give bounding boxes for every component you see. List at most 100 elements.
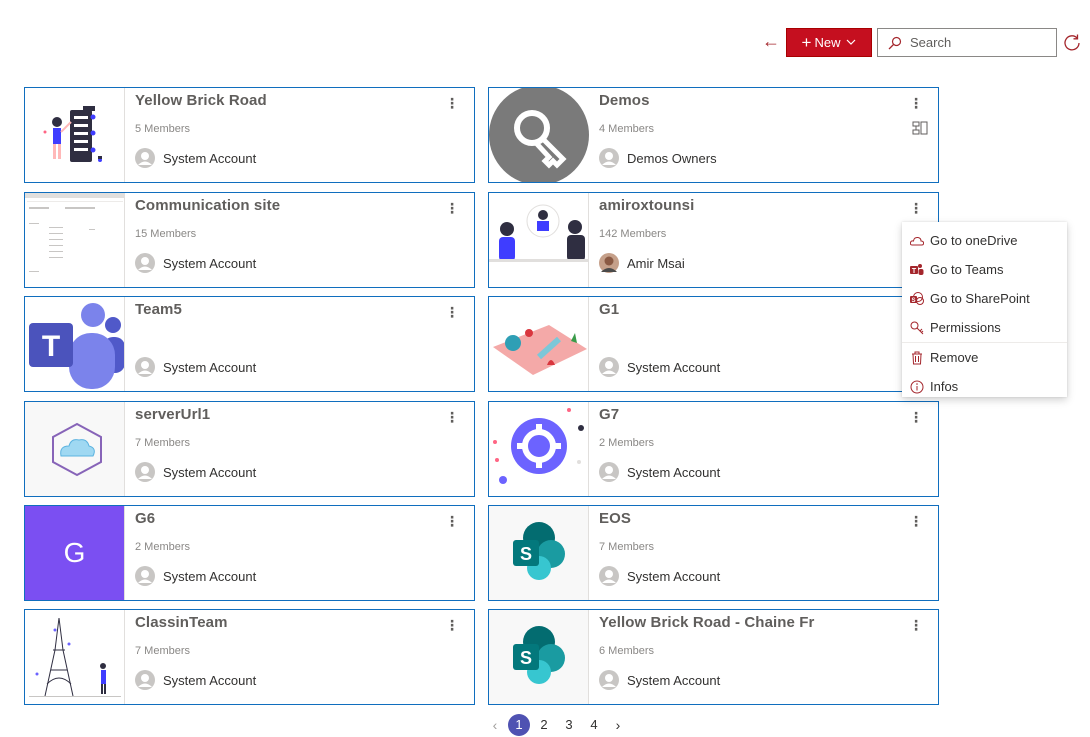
sharepoint-logo-icon: S	[489, 506, 589, 600]
group-title[interactable]: Team5	[135, 301, 182, 318]
member-count: 142 Members	[599, 228, 667, 240]
group-title[interactable]: serverUrl1	[135, 406, 210, 423]
menu-item-infos[interactable]: Infos	[902, 372, 1067, 401]
group-card[interactable]: G G6 2 Members System Account ⋮	[24, 505, 475, 601]
owner: System Account	[599, 462, 720, 482]
group-thumbnail: T	[25, 297, 125, 391]
back-arrow-icon[interactable]: ←	[760, 30, 782, 52]
group-card[interactable]: Demos 4 Members Demos Owners ⋮	[488, 87, 939, 183]
group-title[interactable]: Demos	[599, 92, 650, 109]
member-count: 2 Members	[135, 541, 191, 553]
group-title[interactable]: Communication site	[135, 197, 280, 214]
member-count: 7 Members	[135, 437, 191, 449]
plus-icon: +	[801, 33, 812, 52]
group-thumbnail	[489, 297, 589, 391]
owner-name: System Account	[163, 150, 257, 166]
owner: System Account	[599, 566, 720, 586]
member-count: 4 Members	[599, 123, 655, 135]
owner: System Account	[135, 670, 256, 690]
page-button[interactable]: 2	[533, 714, 555, 736]
menu-item-teams[interactable]: T Go to Teams	[902, 255, 1067, 284]
avatar-icon	[599, 357, 619, 377]
group-title[interactable]: G1	[599, 301, 619, 318]
more-options-icon[interactable]: ⋮	[444, 94, 460, 112]
group-card[interactable]: Communication site 15 Members System Acc…	[24, 192, 475, 288]
more-options-icon[interactable]: ⋮	[908, 199, 924, 217]
menu-item-onedrive[interactable]: Go to oneDrive	[902, 226, 1067, 255]
group-card[interactable]: serverUrl1 7 Members System Account ⋮	[24, 401, 475, 497]
previous-page-icon[interactable]: ‹	[485, 717, 505, 733]
group-card[interactable]: ClassinTeam 7 Members System Account ⋮	[24, 609, 475, 705]
chevron-down-icon	[846, 37, 856, 48]
svg-text:S: S	[911, 298, 915, 304]
avatar-icon	[135, 253, 155, 273]
more-options-icon[interactable]: ⋮	[444, 408, 460, 426]
search-input[interactable]: Search	[877, 28, 1057, 57]
search-placeholder: Search	[910, 35, 952, 50]
more-options-icon[interactable]: ⋮	[908, 94, 924, 112]
group-thumbnail	[489, 88, 589, 182]
group-card[interactable]: Yellow Brick Road 5 Members System Accou…	[24, 87, 475, 183]
key-icon	[910, 321, 924, 335]
group-title[interactable]: Yellow Brick Road	[135, 92, 267, 109]
svg-text:T: T	[42, 330, 60, 363]
member-count: 7 Members	[135, 645, 191, 657]
more-options-icon[interactable]: ⋮	[908, 616, 924, 634]
group-initial: G	[63, 537, 86, 568]
avatar-icon	[599, 670, 619, 690]
group-thumbnail	[489, 402, 589, 496]
avatar-icon	[135, 357, 155, 377]
more-options-icon[interactable]: ⋮	[444, 199, 460, 217]
group-title[interactable]: Yellow Brick Road - Chaine Fr	[599, 614, 814, 631]
owner: System Account	[135, 566, 256, 586]
new-button[interactable]: + New	[786, 28, 872, 57]
owner: System Account	[135, 148, 256, 168]
owner-name: Demos Owners	[627, 150, 717, 166]
group-title[interactable]: G6	[135, 510, 155, 527]
group-thumbnail	[25, 402, 125, 496]
member-count: 15 Members	[135, 228, 197, 240]
context-menu: Go to oneDrive T Go to Teams S Go to Sha…	[902, 222, 1067, 397]
owner: System Account	[135, 357, 256, 377]
group-card[interactable]: amiroxtounsi 142 Members Amir Msai ⋮	[488, 192, 939, 288]
group-card[interactable]: T Team5 System Account ⋮	[24, 296, 475, 392]
new-button-label: New	[814, 35, 841, 50]
pagination: ‹ 1 2 3 4 ›	[485, 714, 628, 736]
menu-item-sharepoint[interactable]: S Go to SharePoint	[902, 284, 1067, 313]
info-icon	[910, 380, 924, 394]
next-page-icon[interactable]: ›	[608, 717, 628, 733]
group-title[interactable]: EOS	[599, 510, 631, 527]
menu-item-remove[interactable]: Remove	[902, 343, 1067, 372]
menu-item-label: Go to Teams	[930, 262, 1004, 277]
more-options-icon[interactable]: ⋮	[444, 303, 460, 321]
owner: System Account	[599, 670, 720, 690]
page-button[interactable]: 4	[583, 714, 605, 736]
group-card[interactable]: S Yellow Brick Road - Chaine Fr 6 Member…	[488, 609, 939, 705]
owner: System Account	[135, 462, 256, 482]
group-thumbnail	[25, 610, 125, 704]
more-options-icon[interactable]: ⋮	[908, 512, 924, 530]
refresh-icon[interactable]	[1062, 32, 1082, 52]
owner-name: System Account	[163, 568, 257, 584]
owner: Amir Msai	[599, 253, 685, 273]
organization-icon	[912, 121, 928, 135]
group-card[interactable]: S EOS 7 Members System Account ⋮	[488, 505, 939, 601]
more-options-icon[interactable]: ⋮	[444, 512, 460, 530]
avatar-icon	[135, 148, 155, 168]
owner-name: System Account	[163, 464, 257, 480]
menu-item-label: Go to oneDrive	[930, 233, 1018, 248]
group-card[interactable]: G1 System Account ⋮	[488, 296, 939, 392]
group-title[interactable]: ClassinTeam	[135, 614, 228, 631]
menu-item-permissions[interactable]: Permissions	[902, 313, 1067, 342]
group-title[interactable]: G7	[599, 406, 619, 423]
group-title[interactable]: amiroxtounsi	[599, 197, 694, 214]
avatar-icon	[599, 462, 619, 482]
more-options-icon[interactable]: ⋮	[444, 616, 460, 634]
page-button[interactable]: 3	[558, 714, 580, 736]
owner-name: System Account	[627, 672, 721, 688]
avatar-icon	[599, 566, 619, 586]
group-card[interactable]: G7 2 Members System Account ⋮	[488, 401, 939, 497]
group-thumbnail	[25, 88, 125, 182]
more-options-icon[interactable]: ⋮	[908, 408, 924, 426]
page-button[interactable]: 1	[508, 714, 530, 736]
